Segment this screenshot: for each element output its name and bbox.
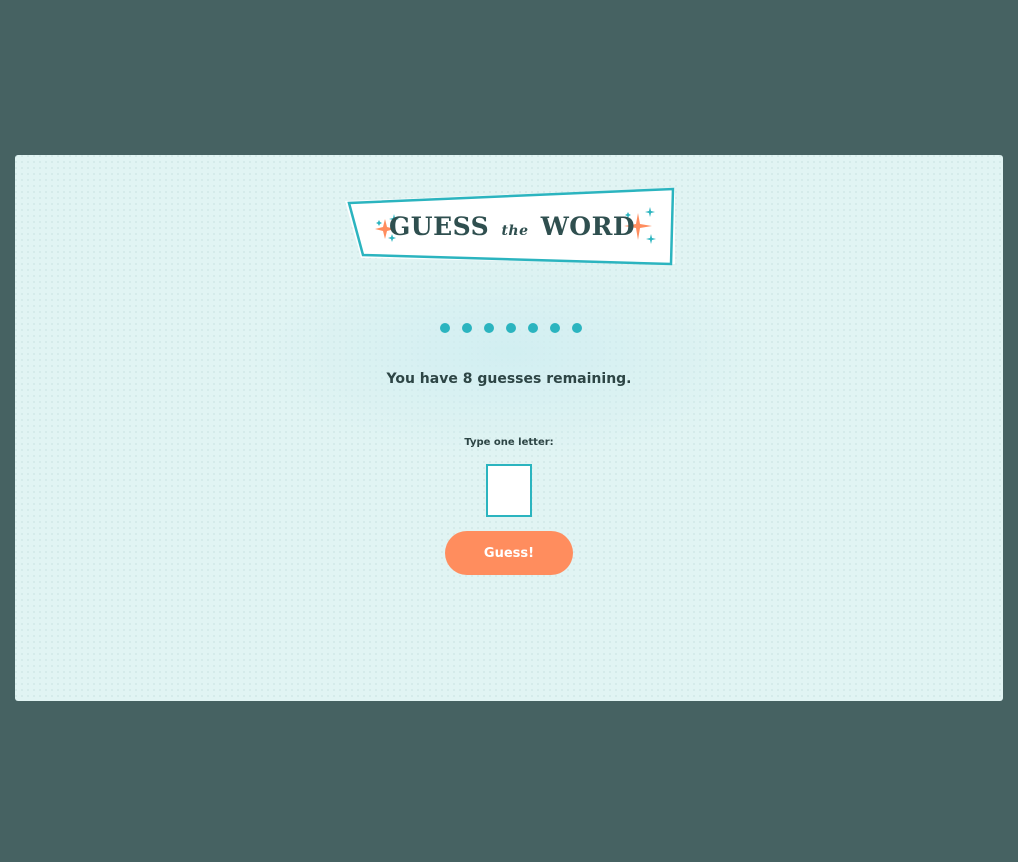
guess-button[interactable]: Guess! bbox=[445, 531, 573, 575]
banner-title-guess: GUESS bbox=[388, 212, 490, 241]
remaining-count: 8 bbox=[462, 371, 473, 387]
remaining-suffix: guesses remaining. bbox=[472, 371, 632, 387]
letter-prompt-label: Type one letter: bbox=[464, 437, 554, 448]
hidden-letter-dot bbox=[484, 323, 494, 333]
banner-title-the: the bbox=[501, 223, 529, 239]
title-banner: GUESS the WORD bbox=[345, 183, 679, 269]
banner-title: GUESS the WORD bbox=[345, 212, 679, 241]
hidden-letter-dot bbox=[462, 323, 472, 333]
remaining-prefix: You have bbox=[386, 371, 463, 387]
hidden-letter-dot bbox=[550, 323, 560, 333]
hidden-letter-dot bbox=[506, 323, 516, 333]
hidden-word bbox=[15, 322, 1003, 334]
guesses-remaining-text: You have 8 guesses remaining. bbox=[15, 371, 1003, 387]
hidden-letter-dot bbox=[572, 323, 582, 333]
letter-input[interactable] bbox=[486, 464, 532, 517]
hidden-letter-dot bbox=[528, 323, 538, 333]
hidden-letter-dot bbox=[440, 323, 450, 333]
game-card: GUESS the WORD You have 8 guesses remain… bbox=[15, 155, 1003, 701]
banner-title-word: WORD bbox=[540, 212, 636, 241]
